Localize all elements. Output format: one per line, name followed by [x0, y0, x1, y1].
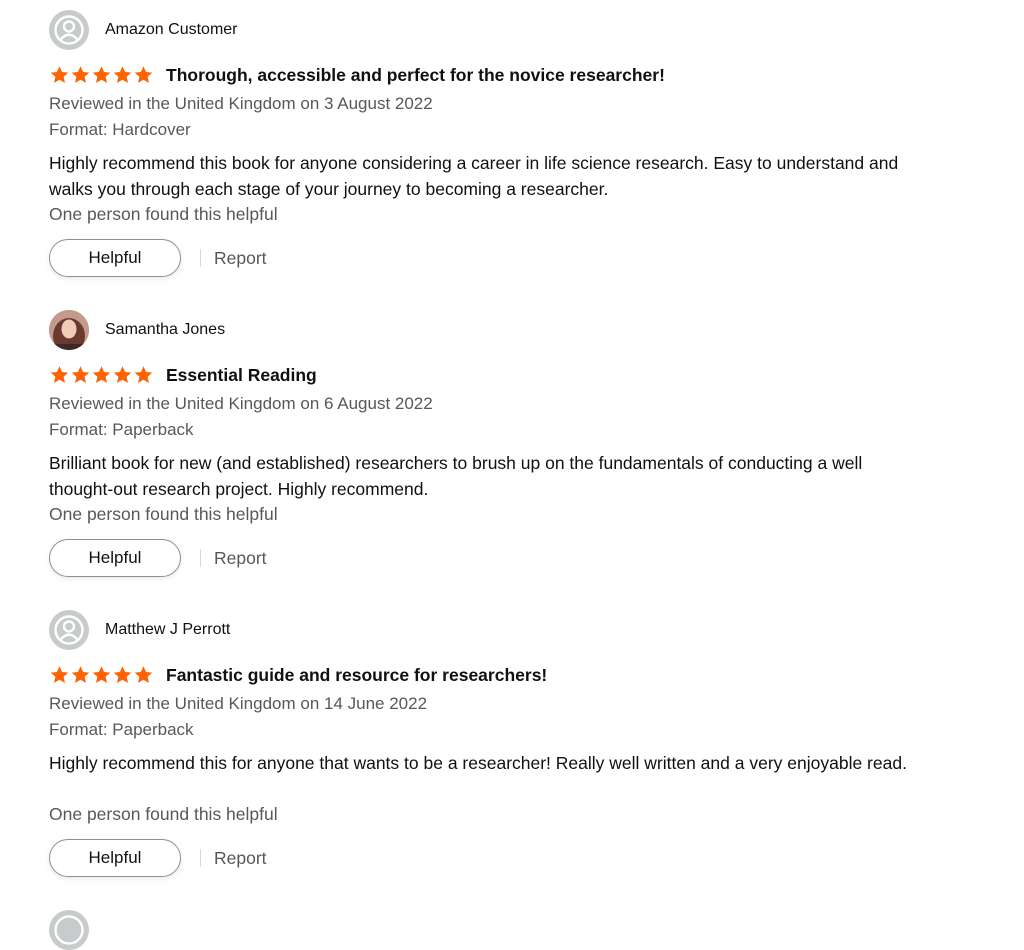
review-format[interactable]: Format: Paperback: [49, 420, 194, 440]
review-date: Reviewed in the United Kingdom on 3 Augu…: [49, 94, 433, 113]
review-actions: Helpful Report: [49, 838, 267, 878]
reviewer-name[interactable]: Samantha Jones: [105, 321, 225, 339]
review-title[interactable]: Essential Reading: [166, 365, 317, 386]
helpful-button[interactable]: Helpful: [49, 839, 181, 877]
divider: [200, 249, 201, 267]
review-actions: Helpful Report: [49, 238, 267, 278]
review-body: Highly recommend this for anyone that wa…: [49, 753, 907, 773]
helpful-button[interactable]: Helpful: [49, 539, 181, 577]
star-icon: [113, 666, 132, 683]
review-date: Reviewed in the United Kingdom on 14 Jun…: [49, 694, 428, 713]
helpful-button[interactable]: Helpful: [49, 239, 181, 277]
helpful-count: One person found this helpful: [49, 204, 278, 224]
divider: [200, 849, 201, 867]
reviewer-name[interactable]: Matthew J Perrott: [105, 621, 230, 639]
review-title[interactable]: Thorough, accessible and perfect for the…: [166, 65, 665, 86]
rating-title-row: Essential Reading: [49, 362, 317, 388]
reviewer-profile[interactable]: Matthew J Perrott: [49, 610, 230, 650]
star-icon: [113, 66, 132, 83]
star-icon: [134, 366, 153, 383]
divider: [200, 549, 201, 567]
review-format[interactable]: Format: Hardcover: [49, 120, 191, 140]
review-format[interactable]: Format: Paperback: [49, 720, 194, 740]
star-rating[interactable]: [49, 665, 154, 685]
report-link[interactable]: Report: [214, 248, 267, 269]
star-icon: [134, 66, 153, 83]
review-body: Highly recommend this book for anyone co…: [49, 153, 899, 199]
review-title[interactable]: Fantastic guide and resource for researc…: [166, 665, 547, 686]
star-icon: [92, 666, 111, 683]
star-icon: [50, 366, 69, 383]
reviewer-profile[interactable]: Amazon Customer: [49, 10, 238, 50]
report-link[interactable]: Report: [214, 848, 267, 869]
rating-title-row: Fantastic guide and resource for researc…: [49, 662, 547, 688]
default-avatar-icon: [49, 610, 89, 650]
review-body: Brilliant book for new (and established)…: [49, 453, 863, 499]
review-date: Reviewed in the United Kingdom on 6 Augu…: [49, 394, 433, 413]
default-avatar-icon: [49, 10, 89, 50]
star-icon: [92, 66, 111, 83]
star-icon: [71, 666, 90, 683]
star-rating[interactable]: [49, 65, 154, 85]
rating-title-row: Thorough, accessible and perfect for the…: [49, 62, 665, 88]
helpful-count: One person found this helpful: [49, 804, 278, 824]
star-icon: [92, 366, 111, 383]
star-rating[interactable]: [49, 365, 154, 385]
report-link[interactable]: Report: [214, 548, 267, 569]
star-icon: [113, 366, 132, 383]
star-icon: [50, 66, 69, 83]
reviewer-profile[interactable]: Samantha Jones: [49, 310, 225, 350]
star-icon: [50, 666, 69, 683]
user-photo-avatar: [49, 310, 89, 350]
star-icon: [134, 666, 153, 683]
star-icon: [71, 66, 90, 83]
review-actions: Helpful Report: [49, 538, 267, 578]
star-icon: [71, 366, 90, 383]
helpful-count: One person found this helpful: [49, 504, 278, 524]
default-avatar-icon: [49, 910, 89, 950]
reviewer-name[interactable]: Amazon Customer: [105, 21, 238, 39]
